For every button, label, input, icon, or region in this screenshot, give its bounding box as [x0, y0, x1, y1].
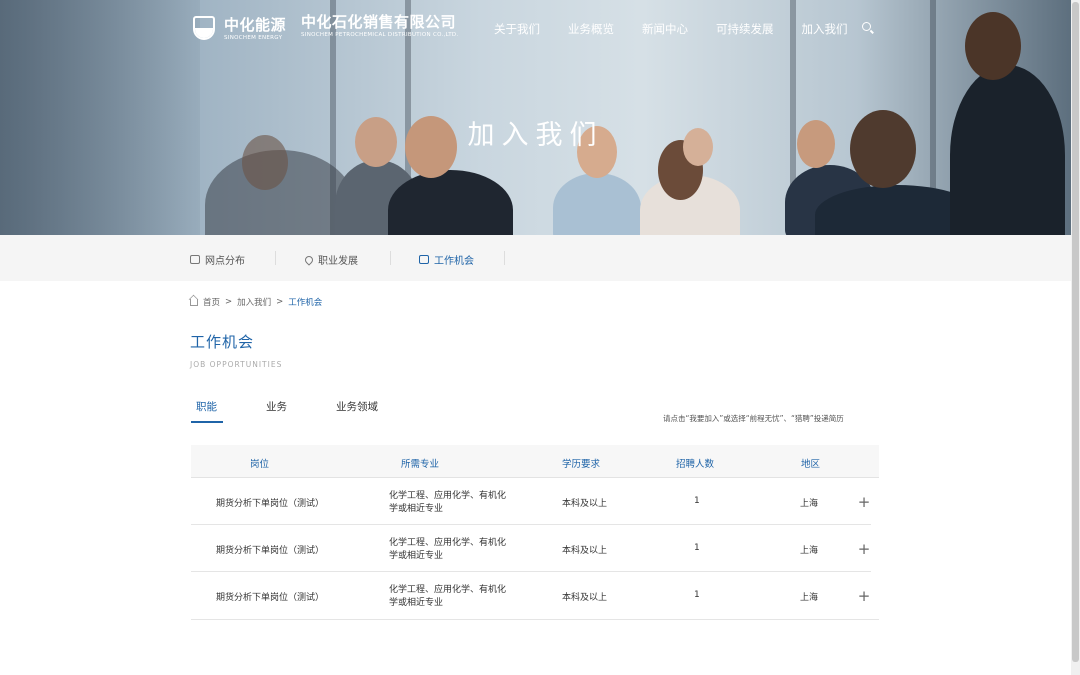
subnav-label: 网点分布 — [205, 256, 245, 267]
home-icon — [190, 298, 198, 306]
col-education: 学历要求 — [562, 459, 601, 470]
table-row[interactable]: 期货分析下单岗位（测试） 化学工程、应用化学、有机化学或相近专业 本科及以上 1… — [191, 572, 871, 619]
nav-join[interactable]: 加入我们 — [802, 21, 848, 37]
breadcrumb-separator: > — [225, 297, 233, 307]
divider — [390, 251, 391, 265]
tab-function[interactable]: 职能 — [196, 399, 217, 414]
main-nav: 关于我们 业务概览 新闻中心 可持续发展 加入我们 — [494, 21, 876, 37]
page-title: 工作机会 — [190, 333, 255, 351]
scrollbar-thumb[interactable] — [1072, 2, 1079, 662]
divider — [275, 251, 276, 265]
table-row[interactable]: 期货分析下单岗位（测试） 化学工程、应用化学、有机化学或相近专业 本科及以上 1… — [191, 478, 871, 525]
breadcrumb-current: 工作机会 — [288, 298, 323, 308]
subnav-career[interactable]: 职业发展 — [303, 252, 358, 267]
table-row[interactable]: 期货分析下单岗位（测试） 化学工程、应用化学、有机化学或相近专业 本科及以上 1… — [191, 525, 871, 572]
cell-education: 本科及以上 — [562, 499, 608, 509]
nav-news[interactable]: 新闻中心 — [642, 21, 688, 37]
cell-education: 本科及以上 — [562, 593, 608, 603]
location-pin-icon — [303, 253, 315, 266]
hero-title: 加入我们 — [467, 120, 604, 151]
tab-business-area[interactable]: 业务领域 — [336, 399, 378, 414]
nav-about[interactable]: 关于我们 — [494, 21, 540, 37]
col-area: 地区 — [801, 459, 821, 470]
sinochem-petrochemical-logo[interactable]: 中化石化销售有限公司 SINOCHEM PETROCHEMICAL DISTRI… — [301, 14, 458, 39]
cell-education: 本科及以上 — [562, 546, 608, 556]
subnav-label: 工作机会 — [434, 256, 474, 267]
cell-major: 化学工程、应用化学、有机化学或相近专业 — [389, 538, 507, 561]
table-bottom-border — [191, 619, 879, 620]
sub-nav: 网点分布 职业发展 工作机会 — [0, 235, 1071, 281]
expand-plus-icon[interactable]: + — [857, 589, 871, 604]
cell-position: 期货分析下单岗位（测试） — [216, 546, 325, 556]
person-figure — [553, 173, 641, 235]
apply-hint: 请点击“我要加入”或选择“前程无忧”、“猎聘”投递简历 — [663, 414, 844, 423]
person-head — [965, 12, 1021, 80]
cell-count: 1 — [694, 590, 700, 600]
cell-major: 化学工程、应用化学、有机化学或相近专业 — [389, 491, 507, 514]
sinochem-energy-logo[interactable]: 中化能源 SINOCHEM ENERGY — [190, 14, 286, 44]
briefcase-icon — [419, 255, 429, 264]
breadcrumb-join[interactable]: 加入我们 — [237, 296, 271, 308]
breadcrumb: 首页 > 加入我们 > 工作机会 — [190, 296, 327, 308]
cell-position: 期货分析下单岗位（测试） — [216, 499, 325, 509]
subnav-branches[interactable]: 网点分布 — [190, 252, 245, 267]
logo2-cn-text: 中化石化销售有限公司 — [301, 13, 457, 31]
logo2-en-text: SINOCHEM PETROCHEMICAL DISTRIBUTION CO.,… — [301, 32, 459, 38]
nav-sustainability[interactable]: 可持续发展 — [716, 21, 774, 37]
flask-logo-icon — [190, 14, 218, 44]
page-subtitle: JOB OPPORTUNITIES — [190, 360, 283, 369]
cell-area: 上海 — [800, 546, 819, 556]
search-icon[interactable] — [862, 22, 871, 31]
logo-en-text: SINOCHEM ENERGY — [224, 34, 283, 41]
cell-area: 上海 — [800, 499, 819, 509]
camera-icon — [190, 255, 200, 264]
tab-business[interactable]: 业务 — [266, 399, 287, 414]
breadcrumb-separator: > — [276, 297, 284, 307]
subnav-label: 职业发展 — [318, 256, 358, 267]
col-position: 岗位 — [250, 459, 270, 470]
scrollbar[interactable] — [1071, 0, 1080, 675]
breadcrumb-home[interactable]: 首页 — [203, 296, 220, 308]
expand-plus-icon[interactable]: + — [857, 542, 871, 557]
expand-plus-icon[interactable]: + — [857, 495, 871, 510]
subnav-jobs[interactable]: 工作机会 — [419, 252, 474, 267]
divider — [504, 251, 505, 265]
col-major: 所需专业 — [401, 459, 440, 470]
cell-count: 1 — [694, 496, 700, 506]
cell-major: 化学工程、应用化学、有机化学或相近专业 — [389, 585, 507, 608]
cell-area: 上海 — [800, 593, 819, 603]
logo-cn-text: 中化能源 — [224, 15, 287, 34]
cell-position: 期货分析下单岗位（测试） — [216, 593, 325, 603]
nav-business[interactable]: 业务概览 — [568, 21, 614, 37]
table-header: 岗位 所需专业 学历要求 招聘人数 地区 — [191, 445, 879, 478]
cell-count: 1 — [694, 543, 700, 553]
col-count: 招聘人数 — [676, 459, 715, 470]
job-table: 岗位 所需专业 学历要求 招聘人数 地区 期货分析下单岗位（测试） 化学工程、应… — [191, 445, 879, 620]
tab-active-underline — [191, 421, 223, 423]
